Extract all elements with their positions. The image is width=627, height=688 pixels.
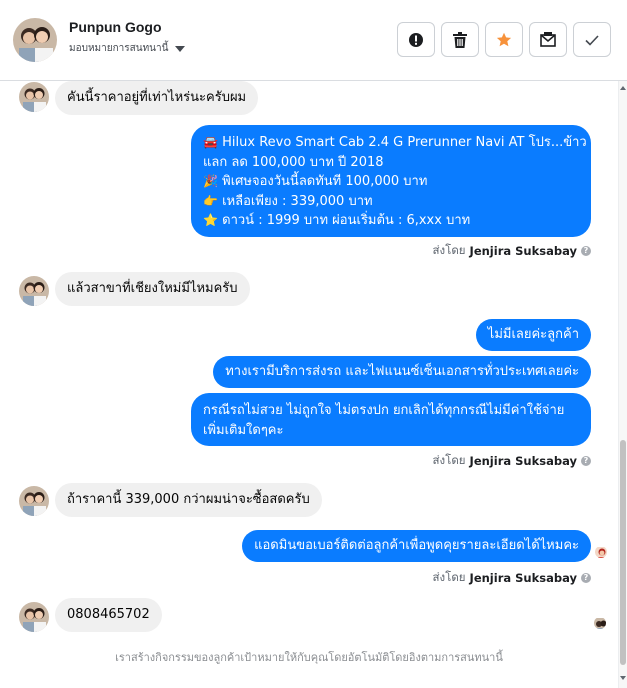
sent-by-prefix: ส่งโดย bbox=[432, 453, 466, 467]
sent-by-label: ส่งโดย Jenjira Suksabay ? bbox=[433, 452, 591, 470]
agent-name: Jenjira Suksabay bbox=[469, 244, 577, 258]
party-emoji: 🎉 bbox=[203, 174, 218, 188]
outgoing-message: ทางเรามีบริการส่งรถ และไฟแนนซ์เซ็นเอกสาร… bbox=[213, 356, 591, 388]
customer-avatar bbox=[19, 486, 49, 516]
auto-activity-note: เราสร้างกิจกรรมของลูกค้าเป้าหมายให้กับคุ… bbox=[115, 651, 503, 664]
outgoing-message: 🚘 Hilux Revo Smart Cab 2.4 G Prerunner N… bbox=[191, 125, 591, 237]
sent-by-label: ส่งโดย Jenjira Suksabay ? bbox=[433, 242, 591, 260]
sent-by-prefix: ส่งโดย bbox=[432, 243, 466, 257]
trash-icon bbox=[453, 31, 467, 48]
seen-by-avatar bbox=[593, 616, 607, 630]
delete-button[interactable] bbox=[441, 22, 479, 57]
mark-done-button[interactable] bbox=[573, 22, 611, 57]
customer-avatar bbox=[19, 602, 49, 632]
customer-avatar bbox=[19, 276, 49, 306]
incoming-message: 0808465702 bbox=[55, 598, 162, 632]
message-line: ดาวน์ : 1999 บาท ผ่อนเริ่มต้น : 6,xxx บา… bbox=[222, 213, 471, 228]
conversation-actions bbox=[397, 22, 611, 57]
incoming-message: คันนี้ราคาอยู่ที่เท่าไหร่นะครับผม bbox=[55, 81, 259, 115]
star-emoji: ⭐ bbox=[203, 213, 218, 227]
help-icon[interactable]: ? bbox=[581, 573, 591, 583]
incoming-message: ถ้าราคานี้ 339,000 กว่าผมน่าจะซื้อสดครับ bbox=[55, 483, 322, 517]
help-icon[interactable]: ? bbox=[581, 456, 591, 466]
assign-label: มอบหมายการสนทนานี้ bbox=[69, 43, 169, 54]
customer-avatar bbox=[19, 82, 49, 112]
star-icon bbox=[496, 32, 512, 46]
pointing-emoji: 👉 bbox=[203, 193, 218, 208]
agent-name: Jenjira Suksabay bbox=[469, 571, 577, 585]
contact-avatar[interactable] bbox=[13, 18, 57, 62]
outgoing-message: ไม่มีเลยค่ะลูกค้า bbox=[475, 319, 591, 351]
message-line: เหลือเพียง : 339,000 บาท bbox=[222, 193, 373, 209]
sent-by-prefix: ส่งโดย bbox=[432, 570, 466, 584]
mark-unread-icon bbox=[540, 31, 556, 47]
scroll-down-arrow-icon[interactable] bbox=[620, 676, 626, 680]
message-line: กรณีรถไม่สวย ไม่ถูกใจ ไม่ตรงปก ยกเลิกได้… bbox=[203, 403, 565, 418]
outgoing-message: แอดมินขอเบอร์ติดต่อลูกค้าเพื่อพูดคุยรายล… bbox=[242, 530, 591, 562]
message-thread[interactable]: คันนี้ราคาอยู่ที่เท่าไหร่นะครับผม 🚘 Hilu… bbox=[0, 81, 618, 688]
car-emoji: 🚘 bbox=[203, 135, 218, 149]
scrollbar-thumb[interactable] bbox=[620, 440, 626, 665]
contact-name: Punpun Gogo bbox=[69, 19, 162, 35]
caret-down-icon bbox=[175, 45, 186, 52]
message-line: แลก ลด 100,000 บาท ปี 2018 bbox=[203, 154, 384, 170]
sent-by-label: ส่งโดย Jenjira Suksabay ? bbox=[433, 569, 591, 587]
message-line: เพิ่มเติมใดๆคะ bbox=[203, 422, 284, 438]
incoming-message: แล้วสาขาที่เชียงใหม่มีไหมครับ bbox=[55, 272, 250, 306]
mark-spam-button[interactable] bbox=[397, 22, 435, 57]
message-line: พิเศษจองวันนี้ลดทันที 100,000 บาท bbox=[222, 174, 428, 189]
help-icon[interactable]: ? bbox=[581, 246, 591, 256]
seen-by-avatar bbox=[594, 545, 608, 559]
alert-icon bbox=[409, 32, 423, 47]
conversation-header: Punpun Gogo มอบหมายการสนทนานี้ bbox=[0, 0, 627, 81]
check-icon bbox=[585, 34, 599, 46]
outgoing-message: กรณีรถไม่สวย ไม่ถูกใจ ไม่ตรงปก ยกเลิกได้… bbox=[191, 393, 591, 446]
mark-unread-button[interactable] bbox=[529, 22, 567, 57]
message-line: Hilux Revo Smart Cab 2.4 G Prerunner Nav… bbox=[222, 135, 587, 150]
agent-name: Jenjira Suksabay bbox=[469, 454, 577, 468]
star-button[interactable] bbox=[485, 22, 523, 57]
scroll-up-arrow-icon[interactable] bbox=[620, 86, 626, 90]
assign-conversation-dropdown[interactable]: มอบหมายการสนทนานี้ bbox=[69, 41, 186, 56]
